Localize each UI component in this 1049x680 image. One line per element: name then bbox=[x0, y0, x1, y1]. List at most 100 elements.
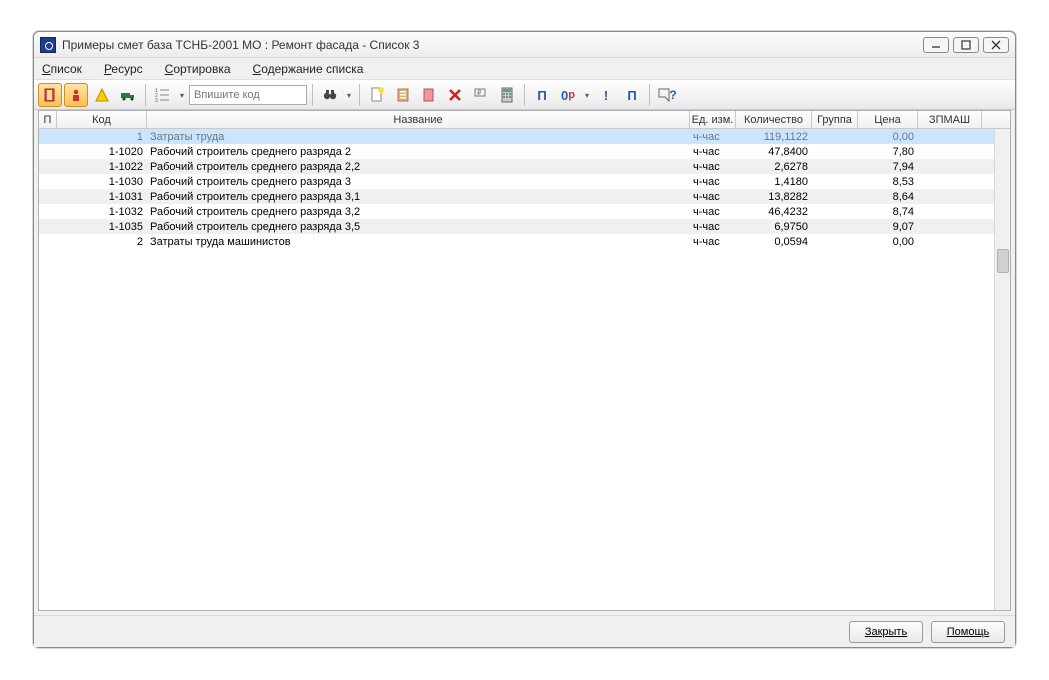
table-header: П Код Название Ед. изм. Количество Групп… bbox=[39, 111, 1010, 129]
tool-warning-icon[interactable] bbox=[90, 83, 114, 107]
tool-door-icon[interactable] bbox=[38, 83, 62, 107]
dropdown-icon[interactable]: ▾ bbox=[177, 91, 187, 100]
cell-price: 0,00 bbox=[858, 236, 918, 248]
cell-price: 9,07 bbox=[858, 221, 918, 233]
col-p[interactable]: П bbox=[39, 111, 57, 128]
close-button[interactable] bbox=[983, 37, 1009, 53]
tool-newdoc-icon[interactable] bbox=[365, 83, 389, 107]
scroll-thumb[interactable] bbox=[997, 249, 1009, 273]
tool-binoculars-icon[interactable] bbox=[318, 83, 342, 107]
cell-qty: 6,9750 bbox=[736, 221, 812, 233]
cell-unit: ч-час bbox=[690, 161, 736, 173]
cell-qty: 0,0594 bbox=[736, 236, 812, 248]
tool-help-button[interactable]: ? bbox=[655, 83, 679, 107]
window-title: Примеры смет база ТСНБ-2001 МО : Ремонт … bbox=[62, 38, 923, 52]
cell-name: Рабочий строитель среднего разряда 2 bbox=[147, 146, 690, 158]
dropdown-icon[interactable]: ▾ bbox=[344, 91, 354, 100]
cell-name: Затраты труда машинистов bbox=[147, 236, 690, 248]
cell-qty: 46,4232 bbox=[736, 206, 812, 218]
toolbar-separator bbox=[649, 84, 650, 106]
table-row[interactable]: 1-1030Рабочий строитель среднего разряда… bbox=[39, 174, 1010, 189]
table-row[interactable]: 1-1031Рабочий строитель среднего разряда… bbox=[39, 189, 1010, 204]
table-row[interactable]: 2Затраты труда машинистовч-час0,05940,00 bbox=[39, 234, 1010, 249]
menubar: Список Ресурс Сортировка Содержание спис… bbox=[34, 58, 1015, 80]
minimize-icon bbox=[931, 40, 941, 50]
cell-qty: 1,4180 bbox=[736, 176, 812, 188]
cell-code: 1-1020 bbox=[57, 146, 147, 158]
app-window: Примеры смет база ТСНБ-2001 МО : Ремонт … bbox=[33, 31, 1016, 648]
col-name[interactable]: Название bbox=[147, 111, 690, 128]
tool-person-icon[interactable] bbox=[64, 83, 88, 107]
cell-code: 1-1022 bbox=[57, 161, 147, 173]
tool-truck-icon[interactable] bbox=[116, 83, 140, 107]
close-dialog-button[interactable]: Закрыть bbox=[849, 621, 923, 643]
code-input[interactable] bbox=[189, 85, 307, 105]
menu-sort[interactable]: Сортировка bbox=[165, 62, 231, 76]
titlebar: Примеры смет база ТСНБ-2001 МО : Ремонт … bbox=[34, 32, 1015, 58]
col-code[interactable]: Код bbox=[57, 111, 147, 128]
col-zp[interactable]: ЗПМАШ bbox=[918, 111, 982, 128]
maximize-button[interactable] bbox=[953, 37, 979, 53]
col-group[interactable]: Группа bbox=[812, 111, 858, 128]
cell-name: Рабочий строитель среднего разряда 3,5 bbox=[147, 221, 690, 233]
cell-name: Рабочий строитель среднего разряда 3 bbox=[147, 176, 690, 188]
close-icon bbox=[991, 40, 1001, 50]
table-row[interactable]: 1-1020Рабочий строитель среднего разряда… bbox=[39, 144, 1010, 159]
svg-text:3: 3 bbox=[155, 98, 158, 103]
toolbar-separator bbox=[312, 84, 313, 106]
cell-code: 1-1031 bbox=[57, 191, 147, 203]
cell-name: Рабочий строитель среднего разряда 2,2 bbox=[147, 161, 690, 173]
cell-price: 7,80 bbox=[858, 146, 918, 158]
tool-zero-rub-button[interactable]: 0р bbox=[556, 83, 580, 107]
tool-clipboard-icon[interactable] bbox=[391, 83, 415, 107]
cell-qty: 13,8282 bbox=[736, 191, 812, 203]
tool-pi-button[interactable]: П bbox=[530, 83, 554, 107]
cell-code: 1 bbox=[57, 131, 147, 143]
app-icon bbox=[40, 37, 56, 53]
cell-name: Рабочий строитель среднего разряда 3,1 bbox=[147, 191, 690, 203]
cell-price: 8,64 bbox=[858, 191, 918, 203]
table-row[interactable]: 1-1022Рабочий строитель среднего разряда… bbox=[39, 159, 1010, 174]
data-table: П Код Название Ед. изм. Количество Групп… bbox=[38, 110, 1011, 611]
cell-qty: 2,6278 bbox=[736, 161, 812, 173]
maximize-icon bbox=[961, 40, 971, 50]
toolbar-separator bbox=[524, 84, 525, 106]
vertical-scrollbar[interactable] bbox=[994, 129, 1010, 610]
cell-unit: ч-час bbox=[690, 206, 736, 218]
minimize-button[interactable] bbox=[923, 37, 949, 53]
cell-code: 1-1032 bbox=[57, 206, 147, 218]
svg-text:₽: ₽ bbox=[477, 89, 482, 97]
cell-price: 7,94 bbox=[858, 161, 918, 173]
menu-content[interactable]: Содержание списка bbox=[253, 62, 364, 76]
table-body: 1Затраты трудач-час119,11220,001-1020Раб… bbox=[39, 129, 1010, 249]
cell-unit: ч-час bbox=[690, 176, 736, 188]
cell-unit: ч-час bbox=[690, 236, 736, 248]
cell-unit: ч-час bbox=[690, 221, 736, 233]
toolbar-separator bbox=[359, 84, 360, 106]
help-button[interactable]: Помощь bbox=[931, 621, 1005, 643]
tool-sheet-icon[interactable] bbox=[417, 83, 441, 107]
tool-bang-button[interactable]: ! bbox=[594, 83, 618, 107]
menu-spisok[interactable]: Список bbox=[42, 62, 82, 76]
cell-code: 1-1035 bbox=[57, 221, 147, 233]
col-unit[interactable]: Ед. изм. bbox=[690, 111, 736, 128]
table-row[interactable]: 1Затраты трудач-час119,11220,00 bbox=[39, 129, 1010, 144]
menu-resurs[interactable]: Ресурс bbox=[104, 62, 143, 76]
tool-numbered-list-icon[interactable]: 123 bbox=[151, 83, 175, 107]
tool-calculator-icon[interactable] bbox=[495, 83, 519, 107]
col-price[interactable]: Цена bbox=[858, 111, 918, 128]
dropdown-icon[interactable]: ▾ bbox=[582, 91, 592, 100]
cell-name: Рабочий строитель среднего разряда 3,2 bbox=[147, 206, 690, 218]
tool-pi2-button[interactable]: П bbox=[620, 83, 644, 107]
toolbar: 123 ▾ ▾ ₽ П 0р ▾ ! П ? bbox=[34, 80, 1015, 110]
tool-delete-icon[interactable] bbox=[443, 83, 467, 107]
col-qty[interactable]: Количество bbox=[736, 111, 812, 128]
footer: Закрыть Помощь bbox=[34, 615, 1015, 647]
cell-qty: 119,1122 bbox=[736, 131, 812, 143]
table-row[interactable]: 1-1032Рабочий строитель среднего разряда… bbox=[39, 204, 1010, 219]
table-row[interactable]: 1-1035Рабочий строитель среднего разряда… bbox=[39, 219, 1010, 234]
tool-ruble-flag-icon[interactable]: ₽ bbox=[469, 83, 493, 107]
cell-code: 1-1030 bbox=[57, 176, 147, 188]
cell-price: 8,53 bbox=[858, 176, 918, 188]
cell-unit: ч-час bbox=[690, 146, 736, 158]
